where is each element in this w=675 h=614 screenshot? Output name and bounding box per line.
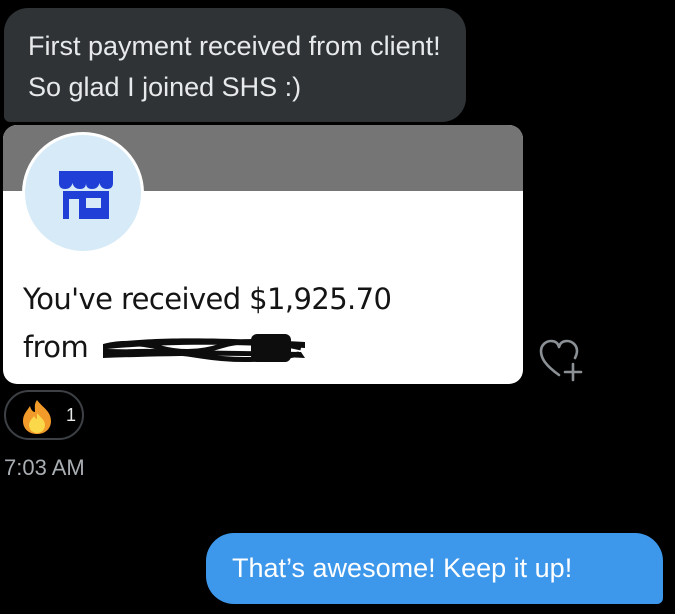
heart-plus-icon[interactable] bbox=[538, 338, 584, 382]
sent-message-text: That’s awesome! Keep it up! bbox=[232, 553, 573, 583]
reaction-count: 1 bbox=[66, 405, 77, 425]
payment-card[interactable]: You've received $1,925.70 from bbox=[3, 125, 523, 384]
message-timestamp: 7:03 AM bbox=[4, 455, 85, 480]
received-message-bubble[interactable]: First payment received from client! So g… bbox=[4, 8, 466, 122]
received-message-text: First payment received from client! So g… bbox=[28, 31, 441, 102]
fire-icon bbox=[23, 400, 51, 434]
store-icon bbox=[59, 171, 113, 219]
payment-from-text: from bbox=[23, 330, 89, 364]
payment-amount-text: You've received $1,925.70 bbox=[23, 282, 392, 316]
redaction-scribble bbox=[103, 334, 305, 363]
store-avatar bbox=[22, 132, 144, 254]
reaction-pill[interactable]: 1 bbox=[4, 390, 84, 440]
sent-message-bubble[interactable]: That’s awesome! Keep it up! bbox=[206, 533, 663, 604]
